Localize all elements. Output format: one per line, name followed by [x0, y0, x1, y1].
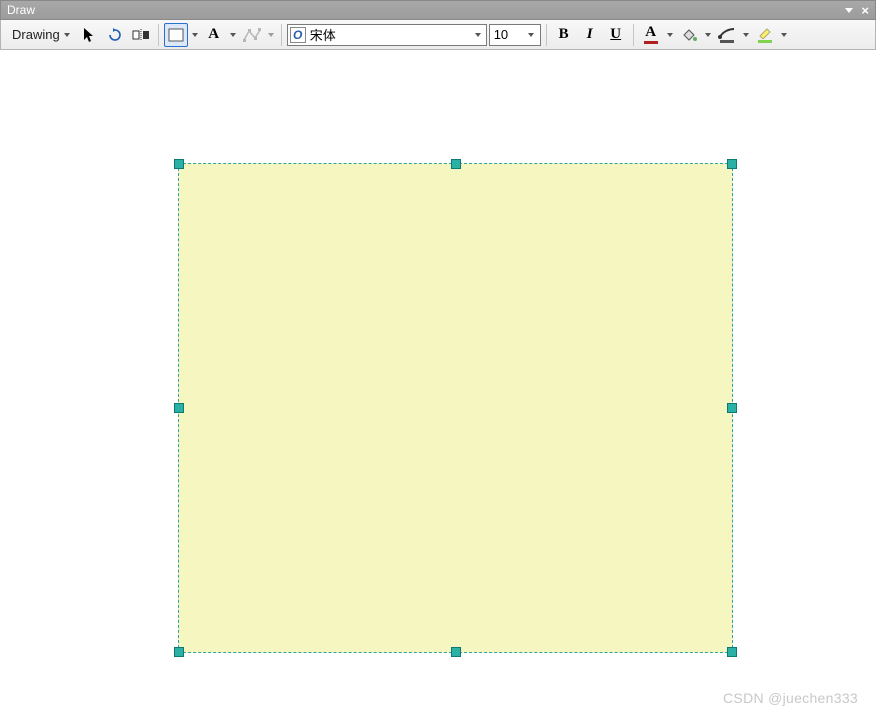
- titlebar: Draw ×: [0, 0, 876, 20]
- flip-tool-button[interactable]: [129, 23, 153, 47]
- chevron-down-icon[interactable]: [192, 33, 198, 37]
- window-title: Draw: [7, 3, 35, 17]
- underline-button[interactable]: U: [604, 23, 628, 47]
- chevron-down-icon: [528, 33, 534, 37]
- italic-button[interactable]: I: [578, 23, 602, 47]
- toolbar-options-icon[interactable]: [845, 8, 853, 13]
- highlight-color-button[interactable]: [753, 23, 777, 47]
- cursor-arrow-icon: [82, 27, 96, 43]
- resize-handle-ne[interactable]: [727, 159, 737, 169]
- drawing-canvas[interactable]: [0, 50, 876, 716]
- drawing-menu-label: Drawing: [8, 27, 62, 42]
- italic-icon: I: [587, 26, 593, 43]
- chevron-down-icon[interactable]: [667, 33, 673, 37]
- resize-handle-n[interactable]: [451, 159, 461, 169]
- line-color-swatch: [720, 40, 734, 43]
- resize-handle-w[interactable]: [174, 403, 184, 413]
- line-color-button[interactable]: [715, 23, 739, 47]
- font-color-button[interactable]: A: [639, 23, 663, 47]
- separator: [281, 24, 282, 46]
- highlighter-icon: [757, 27, 773, 39]
- chevron-down-icon[interactable]: [705, 33, 711, 37]
- separator: [633, 24, 634, 46]
- close-icon[interactable]: ×: [861, 3, 869, 18]
- rotate-icon: [107, 27, 123, 43]
- chevron-down-icon[interactable]: [781, 33, 787, 37]
- font-name-select[interactable]: O 宋体: [287, 24, 487, 46]
- resize-handle-nw[interactable]: [174, 159, 184, 169]
- resize-handle-sw[interactable]: [174, 647, 184, 657]
- brush-icon: [718, 27, 736, 39]
- titlebar-controls: ×: [845, 3, 869, 18]
- paint-bucket-icon: [680, 27, 698, 43]
- resize-handle-e[interactable]: [727, 403, 737, 413]
- rectangle-icon: [168, 28, 184, 42]
- textbox-letter-icon: A: [208, 27, 219, 42]
- chevron-down-icon[interactable]: [743, 33, 749, 37]
- drawing-toolbar: Drawing A: [0, 20, 876, 50]
- drawing-menu-button[interactable]: Drawing: [5, 23, 75, 47]
- font-preview-icon: O: [290, 27, 306, 43]
- separator: [158, 24, 159, 46]
- resize-handle-se[interactable]: [727, 647, 737, 657]
- chevron-down-icon[interactable]: [230, 33, 236, 37]
- separator: [546, 24, 547, 46]
- chevron-down-icon: [475, 33, 481, 37]
- selected-rectangle-shape[interactable]: [178, 163, 733, 653]
- bold-icon: B: [559, 26, 569, 43]
- edit-points-button[interactable]: [240, 23, 264, 47]
- chevron-down-icon[interactable]: [268, 33, 274, 37]
- rectangle-shape-button[interactable]: [164, 23, 188, 47]
- highlight-color-swatch: [758, 40, 772, 43]
- font-color-swatch: [644, 41, 658, 44]
- font-size-select[interactable]: 10: [489, 24, 541, 46]
- rotate-tool-button[interactable]: [103, 23, 127, 47]
- resize-handle-s[interactable]: [451, 647, 461, 657]
- underline-icon: U: [610, 26, 621, 43]
- textbox-button[interactable]: A: [202, 23, 226, 47]
- font-color-letter-icon: A: [645, 25, 656, 40]
- font-name-value: 宋体: [310, 25, 336, 44]
- chevron-down-icon: [64, 33, 70, 37]
- select-tool-button[interactable]: [77, 23, 101, 47]
- flip-icon: [132, 27, 150, 43]
- bold-button[interactable]: B: [552, 23, 576, 47]
- fill-color-button[interactable]: [677, 23, 701, 47]
- edit-points-icon: [243, 28, 261, 42]
- font-size-value: 10: [494, 27, 508, 42]
